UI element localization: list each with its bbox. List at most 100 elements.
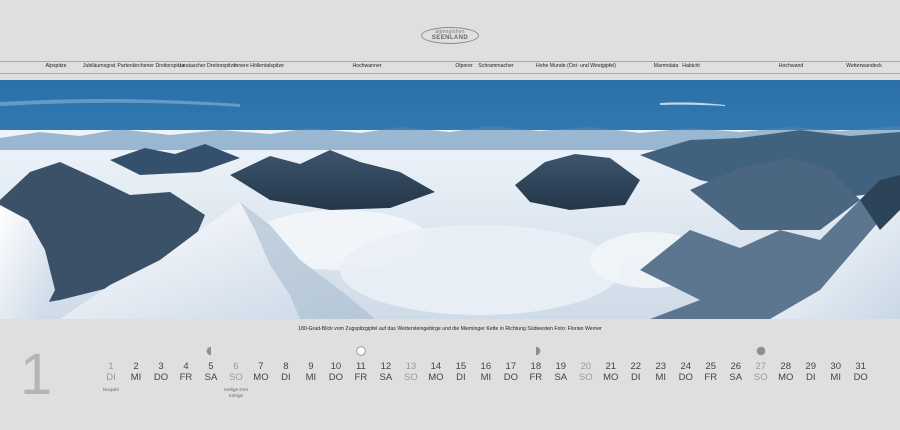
calendar-day: 20 SO xyxy=(574,361,598,383)
calendar-day: 13 SO xyxy=(399,361,423,383)
weekday-label: SO xyxy=(229,372,243,383)
weekday-label: SO xyxy=(753,372,768,383)
calendar-day: 8 DI xyxy=(274,361,298,383)
peak-label: Hohe Munde (Ost- und Westgipfel) xyxy=(535,63,617,69)
calendar-day: 26 SA xyxy=(724,361,748,383)
calendar-day: 21 MO xyxy=(599,361,623,383)
calendar-day: 30 MI xyxy=(824,361,848,383)
day-number: 27 xyxy=(755,361,767,372)
photo-caption: 180-Grad-Blick vom Zugspitzgipfel auf da… xyxy=(298,326,602,332)
weekday-label: FR xyxy=(529,372,543,383)
weekday-label: SA xyxy=(729,372,743,383)
weekday-label: MI xyxy=(480,372,492,383)
day-number: 28 xyxy=(780,361,791,372)
day-number: 11 xyxy=(355,361,366,372)
weekday-label: MI xyxy=(130,372,142,383)
peak-label: Leutascher Dreitorspitze xyxy=(179,63,237,69)
calendar-day: 15 DI xyxy=(449,361,473,383)
calendar-day: 17 DO xyxy=(499,361,523,383)
weekday-label: MI xyxy=(830,372,841,383)
peak-label: Wetterwandeck xyxy=(846,63,882,69)
weekday-label: MI xyxy=(305,372,317,383)
peak-label: Marmolata xyxy=(653,63,679,69)
panorama-photo xyxy=(0,80,900,319)
peak-label: Innere Höllentalspitze xyxy=(234,63,284,69)
peak-label: Habicht xyxy=(682,63,700,69)
day-number: 22 xyxy=(630,361,642,372)
day-number: 4 xyxy=(183,361,189,372)
weekday-label: DO xyxy=(328,372,344,383)
calendar-day: 29 DI xyxy=(799,361,823,383)
publisher-logo: alpenglühen SEENLAND xyxy=(421,27,479,44)
day-number: 13 xyxy=(405,361,417,372)
day-number: 3 xyxy=(158,361,164,372)
weekday-label: FR xyxy=(354,372,368,383)
weekday-label: MO xyxy=(428,372,444,383)
day-number: 10 xyxy=(330,361,342,372)
calendar-day: 31 DO xyxy=(849,361,873,383)
peak-label: Schrammacher xyxy=(478,63,514,69)
full-moon-icon xyxy=(756,346,766,356)
peak-label: Hochwand xyxy=(778,63,804,69)
day-number: 15 xyxy=(455,361,467,372)
day-number: 2 xyxy=(133,361,139,372)
peak-label: Olperer xyxy=(455,63,473,69)
weekday-label: DO xyxy=(503,372,518,383)
weekday-label: DO xyxy=(678,372,693,383)
calendar-day: 23 MI xyxy=(649,361,673,383)
day-number: 6 xyxy=(233,361,239,372)
calendar-day: 5 SA xyxy=(199,361,223,383)
day-number: 26 xyxy=(730,361,742,372)
weekday-label: MO xyxy=(253,372,269,383)
last-quarter-icon xyxy=(206,346,211,356)
calendar-day: 2 MI xyxy=(124,361,148,383)
weekday-label: FR xyxy=(704,372,718,383)
calendar-day: 3 DO xyxy=(149,361,173,383)
holiday-note: Heilige Drei Könige xyxy=(224,387,248,398)
weekday-label: DI xyxy=(805,372,816,383)
day-number: 29 xyxy=(805,361,816,372)
first-quarter-icon xyxy=(535,346,541,356)
calendar-day: 6 SO Heilige Drei Könige xyxy=(224,361,248,399)
month-number: 1 xyxy=(20,342,53,407)
weekday-label: SA xyxy=(204,372,218,383)
calendar-day: 1 DI Neujahr xyxy=(99,361,123,393)
peak-label: Partenkirchener Dreitorspitze xyxy=(117,63,185,69)
calendar-day: 12 SA xyxy=(374,361,398,383)
calendar-day: 10 DO xyxy=(324,361,348,383)
day-number: 16 xyxy=(480,361,492,372)
weekday-label: SO xyxy=(404,372,418,383)
day-number: 14 xyxy=(430,361,442,372)
peak-label: Hochwanner xyxy=(352,63,382,69)
weekday-label: MI xyxy=(655,372,667,383)
day-number: 24 xyxy=(680,361,692,372)
weekday-label: DO xyxy=(853,372,868,383)
holiday-note: Neujahr xyxy=(102,387,120,392)
weekday-label: SA xyxy=(379,372,393,383)
calendar-day: 11 FR xyxy=(349,361,373,383)
weekday-label: MO xyxy=(603,372,619,383)
peak-labels-bar: Alpspitze Jubiläumsgrat Partenkirchener Dr… xyxy=(0,61,900,74)
logo-line-2: SEENLAND xyxy=(431,35,469,41)
day-number: 1 xyxy=(108,361,114,372)
weekday-label: DO xyxy=(153,372,169,383)
day-number: 17 xyxy=(505,361,517,372)
calendar-day: 28 MO xyxy=(774,361,798,383)
weekday-label: MO xyxy=(778,372,794,383)
calendar-day: 27 SO xyxy=(749,361,773,383)
calendar-day: 4 FR xyxy=(174,361,198,383)
calendar-day: 19 SA xyxy=(549,361,573,383)
day-number: 8 xyxy=(283,361,289,372)
day-number: 18 xyxy=(530,361,542,372)
day-number: 25 xyxy=(705,361,717,372)
day-number: 31 xyxy=(855,361,866,372)
peak-label: Jubiläumsgrat xyxy=(82,63,116,69)
calendar-day: 9 MI xyxy=(299,361,323,383)
day-number: 9 xyxy=(308,361,314,372)
weekday-label: DI xyxy=(456,372,466,383)
calendar-day: 25 FR xyxy=(699,361,723,383)
weekday-label: DI xyxy=(281,372,291,383)
new-moon-icon xyxy=(356,346,366,356)
calendar-day: 16 MI xyxy=(474,361,498,383)
peak-label: Alpspitze xyxy=(45,63,67,69)
